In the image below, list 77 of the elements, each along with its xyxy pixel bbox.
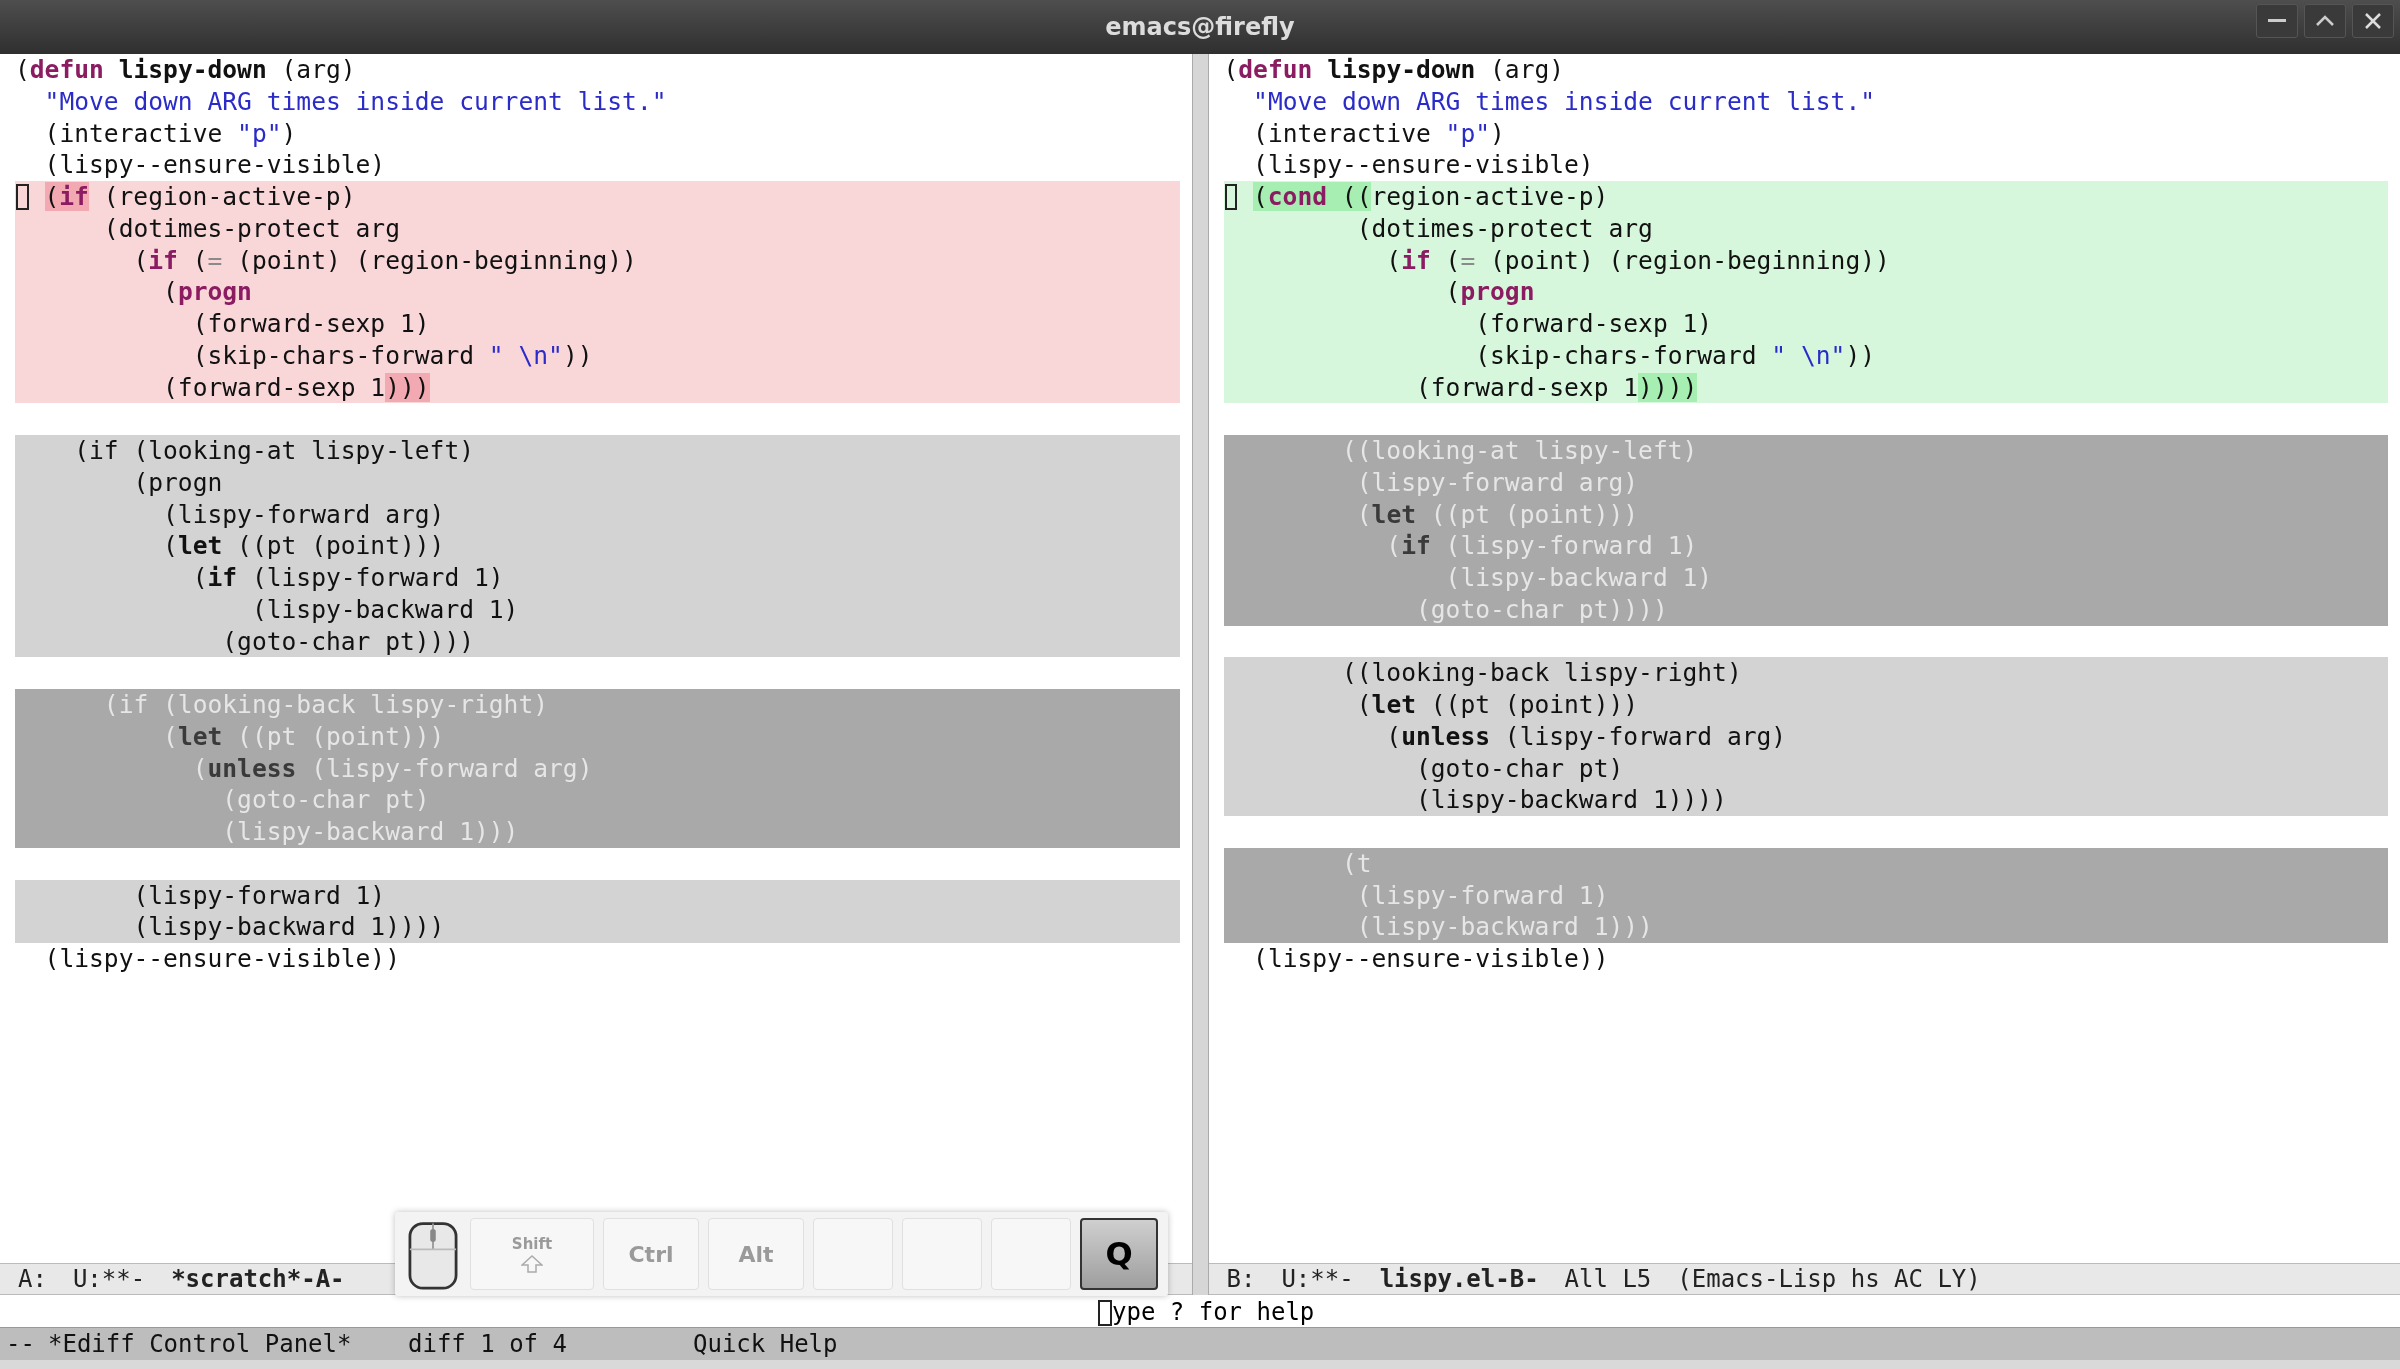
code-line: ((looking-at lispy-left) — [1340, 435, 1698, 467]
code-line: (dotimes-protect arg — [102, 212, 400, 245]
code-line: (lispy-backward 1))) — [1355, 911, 1653, 943]
code-line: (if (looking-at lispy-left) — [73, 435, 474, 467]
code-line: (lispy-forward arg) — [1355, 466, 1639, 499]
mode-line-text: lispy.el-B- — [1379, 1265, 1539, 1293]
code-line: (progn — [132, 466, 223, 499]
code-line: (forward-sexp 1) — [1474, 308, 1713, 340]
code-line: (let ((pt (point))) — [1355, 689, 1639, 721]
code-line: (let ((pt (point))) — [1355, 498, 1639, 531]
code-line: (lispy--ensure-visible) — [1252, 149, 1594, 181]
code-line: (forward-sexp 1))) — [162, 371, 430, 404]
code-line: (progn — [162, 276, 252, 308]
code-line: (if (region-active-p) — [44, 181, 356, 213]
code-line: (if (lispy-forward 1) — [191, 562, 504, 594]
code-line: "Move down ARG times inside current list." — [43, 85, 667, 118]
code-line: (lispy-backward 1) — [1444, 562, 1713, 594]
code-line: (if (= (point) (region-beginning)) — [132, 244, 637, 277]
mode-line-text: diff 1 of 4 — [408, 1330, 568, 1358]
mode-line-text: Quick Help — [693, 1330, 839, 1358]
mode-line-text: B: — [1226, 1265, 1256, 1293]
close-icon — [2364, 12, 2382, 30]
mode-line-text: A: — [18, 1265, 47, 1293]
code-line: (lispy-backward 1))) — [221, 816, 519, 848]
code-line: (t — [1340, 847, 1372, 880]
code-line: (progn — [1444, 276, 1535, 308]
code-line: (if (lispy-forward 1) — [1385, 530, 1698, 562]
code-line: (interactive "p") — [43, 117, 297, 150]
code-line: (if (= (point) (region-beginning)) — [1385, 244, 1890, 277]
code-line: (goto-char pt)))) — [1415, 593, 1668, 626]
code-line: (forward-sexp 1)))) — [1415, 371, 1698, 404]
help-message: ype ? for help — [1112, 1298, 1315, 1326]
mode-line-text: U:**- — [72, 1265, 146, 1293]
mode-line-text: All L5 — [1564, 1265, 1652, 1293]
code-line: (goto-char pt) — [221, 784, 430, 816]
code-line: (lispy--ensure-visible)) — [43, 943, 400, 975]
mode-line-text: -- — [6, 1330, 36, 1358]
arrow-icon — [521, 1255, 543, 1273]
code-line: (let ((pt (point))) — [162, 530, 445, 562]
minimize-button[interactable] — [2256, 4, 2298, 38]
minimize-icon — [2268, 19, 2286, 23]
code-line: (lispy--ensure-visible) — [43, 149, 386, 181]
code-line: (interactive "p") — [1252, 117, 1505, 150]
code-line: "Move down ARG times inside current list." — [1252, 85, 1875, 118]
code-line: (lispy-backward 1) — [250, 593, 519, 626]
code-line: (lispy-forward 1) — [1355, 879, 1609, 912]
code-line: (forward-sexp 1) — [191, 308, 430, 340]
keyboard-key: Q — [1080, 1218, 1158, 1290]
code-line: (lispy-forward 1) — [132, 879, 386, 912]
code-line: ((looking-back lispy-right) — [1340, 657, 1742, 689]
code-line: (let ((pt (point))) — [162, 720, 445, 753]
close-button[interactable] — [2352, 4, 2394, 38]
keyboard-key: Ctrl — [603, 1218, 699, 1290]
keyboard-key: Alt — [708, 1218, 804, 1290]
window-title: emacs@firefly — [1105, 13, 1295, 41]
mode-line-text: (Emacs-Lisp hs AC LY) — [1677, 1265, 1981, 1293]
mode-line-text: U:**- — [1281, 1265, 1354, 1293]
code-line: (dotimes-protect arg — [1355, 212, 1653, 245]
code-line: (cond ((region-active-p) — [1253, 181, 1609, 213]
code-line: (defun lispy-down (arg) — [15, 54, 356, 86]
code-line: (goto-char pt) — [1415, 752, 1624, 785]
code-line: (lispy-backward 1)))) — [132, 911, 445, 943]
mode-line-text: *scratch*-A- — [171, 1265, 345, 1293]
code-line: (unless (lispy-forward arg) — [1385, 720, 1787, 753]
code-line: (if (looking-back lispy-right) — [102, 689, 549, 721]
code-line: (defun lispy-down (arg) — [1223, 54, 1565, 86]
shift-key: Shift — [470, 1218, 594, 1290]
maximize-button[interactable] — [2304, 4, 2346, 38]
code-line: (skip-chars-forward " \n")) — [1474, 339, 1876, 372]
code-line: (goto-char pt)))) — [221, 625, 474, 658]
mode-line-text: *Ediff Control Panel* — [48, 1330, 353, 1358]
code-line: (lispy-forward arg) — [162, 498, 445, 531]
code-line: (lispy--ensure-visible)) — [1252, 943, 1609, 975]
code-line: (unless (lispy-forward arg) — [191, 752, 593, 785]
code-line: (skip-chars-forward " \n")) — [191, 339, 593, 372]
caret-up-icon — [2315, 15, 2335, 27]
code-line: (lispy-backward 1)))) — [1415, 784, 1727, 816]
